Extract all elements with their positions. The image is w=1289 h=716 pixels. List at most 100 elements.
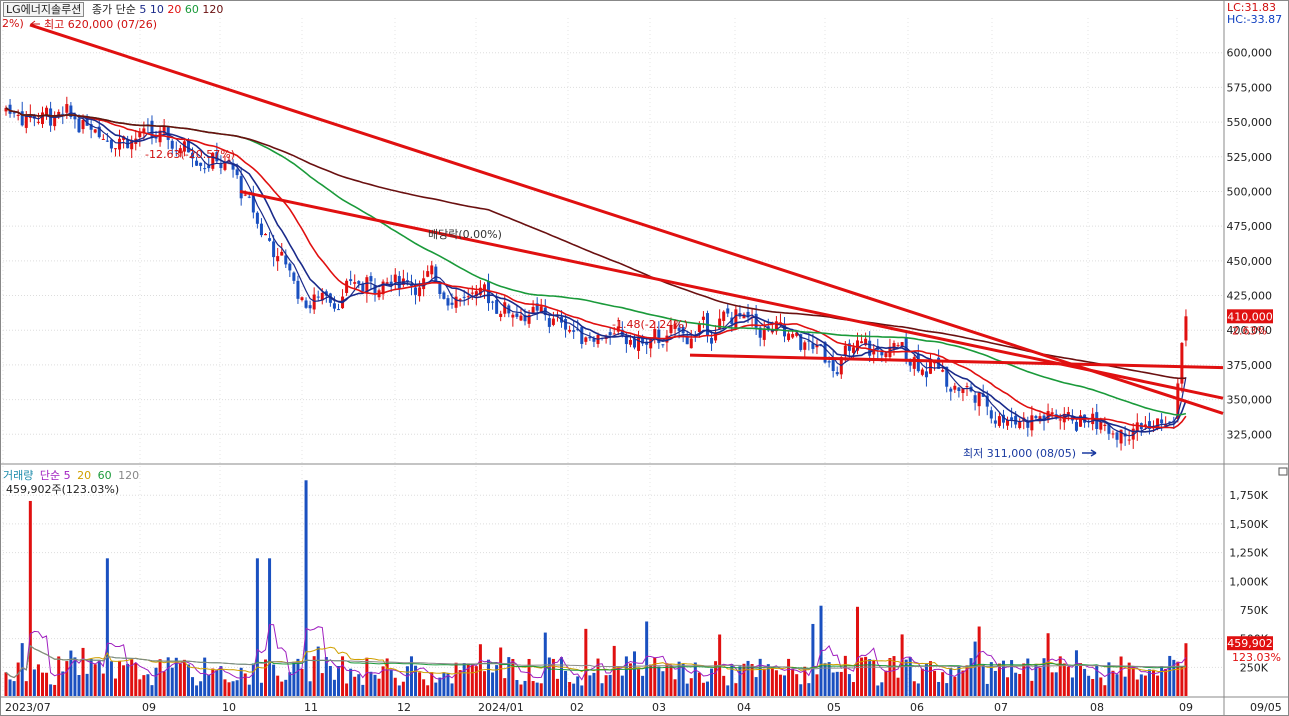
- candle-body: [949, 388, 953, 392]
- volume-bar: [118, 660, 122, 696]
- volume-bar: [1180, 666, 1184, 696]
- candle-body: [288, 263, 292, 271]
- volume-bar: [12, 681, 16, 696]
- candle-body: [1160, 419, 1164, 424]
- candle-body: [353, 282, 357, 284]
- volume-bar: [105, 558, 109, 696]
- volume-bar: [924, 663, 928, 696]
- volume-bar: [933, 670, 937, 696]
- volume-bar: [126, 663, 130, 696]
- candle-body: [612, 333, 616, 335]
- volume-bar: [377, 678, 381, 696]
- volume-bar: [689, 678, 693, 696]
- volume-bar: [742, 663, 746, 696]
- candle-body: [1010, 417, 1014, 420]
- volume-bar: [336, 666, 340, 696]
- volume-bar: [641, 675, 645, 696]
- volume-bar: [673, 679, 677, 696]
- price-tick-label: 550,000: [1227, 116, 1273, 129]
- candle-body: [803, 342, 807, 350]
- volume-bar: [872, 660, 876, 696]
- candle-body: [787, 333, 791, 340]
- candle-body: [661, 344, 665, 346]
- volume-bar: [16, 662, 20, 696]
- volume-bar: [1135, 679, 1139, 696]
- candle-body: [722, 311, 726, 321]
- volume-bar: [657, 666, 661, 696]
- volume-bar: [255, 558, 259, 696]
- volume-bar: [393, 677, 397, 696]
- volume-bar: [843, 655, 847, 696]
- candle-body: [1018, 421, 1022, 428]
- volume-bar: [361, 684, 365, 696]
- volume-bar: [426, 685, 430, 696]
- volume-bar: [681, 663, 685, 696]
- volume-bar: [584, 628, 588, 696]
- candle-body: [426, 271, 430, 277]
- candle-body: [511, 314, 515, 318]
- candle-body: [235, 169, 239, 176]
- price-tick-label: 425,000: [1227, 290, 1273, 303]
- volume-bar: [57, 656, 61, 696]
- volume-bar: [122, 665, 126, 696]
- volume-bar: [239, 667, 243, 696]
- trendline-secondary: [239, 189, 1224, 400]
- candle-body: [827, 361, 831, 363]
- candle-body: [1184, 316, 1188, 341]
- volume-bar: [1030, 680, 1034, 696]
- volume-bar: [770, 667, 774, 696]
- volume-bar: [778, 674, 782, 696]
- candle-body: [12, 112, 16, 114]
- volume-bar: [1164, 668, 1168, 696]
- volume-bar: [588, 675, 592, 696]
- stock-name[interactable]: LG에너지솔루션: [3, 2, 85, 17]
- date-tick-label: 10: [222, 701, 236, 714]
- volume-bar: [564, 670, 568, 696]
- candle-body: [624, 336, 628, 345]
- volume-bar: [547, 657, 551, 696]
- volume-bar: [113, 678, 117, 696]
- ma-60-label: 60: [184, 3, 199, 16]
- candle-body: [454, 296, 458, 308]
- candle-body: [572, 330, 576, 332]
- candle-body: [884, 353, 888, 357]
- candle-body: [296, 280, 300, 299]
- candle-body: [199, 162, 203, 166]
- volume-bar: [1119, 656, 1123, 696]
- volume-bar: [572, 683, 576, 696]
- candle-body: [312, 294, 316, 310]
- volume-bar: [203, 657, 207, 696]
- volume-bar: [811, 623, 815, 696]
- volume-bar: [454, 662, 458, 696]
- volume-bar: [856, 606, 860, 696]
- candle-body: [442, 292, 446, 299]
- candle-body: [1058, 419, 1062, 421]
- candle-body: [973, 395, 977, 403]
- candle-body: [101, 138, 105, 140]
- candle-body: [138, 132, 142, 138]
- volume-bar: [555, 678, 559, 696]
- candle-body: [924, 371, 928, 378]
- candle-body: [259, 223, 263, 236]
- volume-bar: [24, 681, 28, 696]
- volume-bar: [1143, 675, 1147, 696]
- outer-frame: [0, 0, 1289, 716]
- volume-bar: [442, 672, 446, 696]
- volume-bar: [1168, 655, 1172, 696]
- high-annotation: 최고 620,000 (07/26): [44, 18, 157, 31]
- volume-bar: [900, 634, 904, 696]
- candle-body: [851, 347, 855, 353]
- low-arrow-icon: [1082, 449, 1097, 457]
- dividend-annotation: 배당락(0.00%): [428, 228, 502, 241]
- candle-body: [977, 392, 981, 407]
- vma-120-label: 120: [118, 469, 140, 482]
- volume-bar: [207, 674, 211, 696]
- candle-body: [957, 387, 961, 392]
- volume-bar: [620, 675, 624, 696]
- volume-bar: [1184, 643, 1188, 696]
- volume-bar: [1139, 674, 1143, 696]
- candle-body: [470, 292, 474, 294]
- volume-bar: [973, 641, 977, 696]
- volume-bar: [604, 675, 608, 696]
- price-tick-label: 375,000: [1227, 359, 1273, 372]
